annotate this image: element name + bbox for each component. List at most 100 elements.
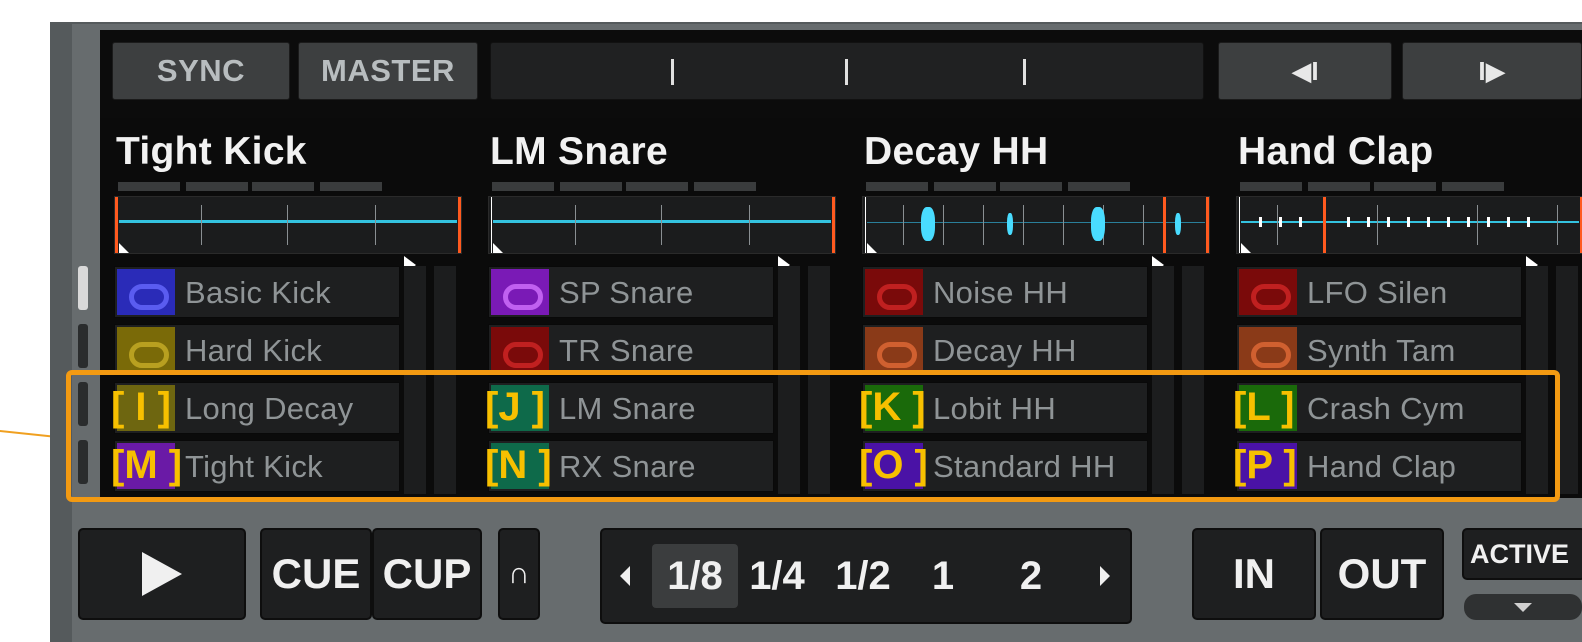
- shortcut-letter: [ I ]: [111, 385, 171, 429]
- sample-cell[interactable]: Noise HH: [862, 266, 1148, 318]
- sample-cell[interactable]: LFO Silen: [1236, 266, 1522, 318]
- slot-waveform[interactable]: [1236, 196, 1582, 254]
- waveform-grid: [661, 205, 662, 245]
- beat-tick: [1023, 59, 1026, 85]
- loop-end-marker: [832, 197, 835, 253]
- volume-fader[interactable]: [808, 266, 830, 494]
- slot-segment: [320, 182, 382, 191]
- deck-scroll-handle[interactable]: [78, 266, 88, 310]
- sync-button[interactable]: SYNC: [112, 42, 290, 100]
- slot-waveform[interactable]: [862, 196, 1210, 254]
- sample-cell[interactable]: [O ] Standard HH: [859, 440, 1148, 492]
- shortcut-letter: [O ]: [859, 443, 928, 487]
- slot-segment: [1442, 182, 1504, 191]
- cue-marker-icon: [867, 243, 877, 253]
- deck-scroll-tab-3[interactable]: [78, 382, 88, 426]
- sample-label: Hand Clap: [1307, 449, 1457, 484]
- skip-forward-button[interactable]: I▶: [1402, 42, 1582, 100]
- arrow-left-icon: [620, 566, 630, 586]
- waveform-line: [119, 220, 457, 223]
- slot-segment: [694, 182, 756, 191]
- sample-cell[interactable]: Hard Kick: [114, 324, 400, 376]
- loop-button[interactable]: ∩: [498, 528, 540, 620]
- waveform-grid: [1477, 205, 1478, 245]
- quantize-option[interactable]: 1: [918, 544, 968, 608]
- shortcut-letter: [N ]: [485, 443, 552, 487]
- sample-cell[interactable]: Synth Tam: [1236, 324, 1522, 376]
- sample-slot-4: Hand Clap LFO Silen Synth Tam [L] Crash…: [1224, 118, 1582, 498]
- waveform-grid: [1377, 205, 1378, 245]
- deck-scroll-tab-2[interactable]: [78, 324, 88, 368]
- sample-cell[interactable]: [L ] Crash Cym: [1233, 382, 1522, 434]
- quantize-option[interactable]: 2: [1006, 544, 1056, 608]
- sample-cell[interactable]: SP Snare: [488, 266, 774, 318]
- waveform-peak: [1175, 213, 1181, 235]
- loop-icon: [877, 284, 917, 310]
- sample-cell[interactable]: [ I ] Long Decay: [111, 382, 400, 434]
- sample-cell[interactable]: [M ] Tight Kick: [111, 440, 400, 492]
- quantize-option[interactable]: 1/2: [828, 544, 898, 608]
- sample-color-swatch: [491, 269, 549, 315]
- loop-in-button[interactable]: IN: [1192, 528, 1316, 620]
- waveform-peak: [1007, 213, 1013, 235]
- sample-cell[interactable]: Decay HH: [862, 324, 1148, 376]
- loop-out-button[interactable]: OUT: [1320, 528, 1444, 620]
- active-button[interactable]: ACTIVE: [1462, 528, 1582, 580]
- waveform-grid: [983, 205, 984, 245]
- skip-back-button[interactable]: ◀I: [1218, 42, 1392, 100]
- loop-icon: ∩: [508, 557, 530, 590]
- skip-back-icon: ◀I: [1291, 55, 1319, 86]
- play-icon: [142, 552, 182, 596]
- play-button[interactable]: [78, 528, 246, 620]
- sample-cell[interactable]: TR Snare: [488, 324, 774, 376]
- slot-waveform[interactable]: [488, 196, 836, 254]
- waveform-peak: [1279, 217, 1282, 227]
- waveform-grid: [1023, 205, 1024, 245]
- sample-cell[interactable]: Basic Kick: [114, 266, 400, 318]
- sample-slot-2: LM Snare SP Snare TR Snare [J] LM Snare…: [476, 118, 846, 498]
- active-dropdown[interactable]: [1464, 594, 1582, 620]
- level-meter: [1152, 266, 1174, 494]
- sample-label: Standard HH: [933, 449, 1116, 484]
- cue-button[interactable]: CUE: [260, 528, 372, 620]
- beat-tick: [845, 59, 848, 85]
- transport-bar: CUE CUP ∩ 1/8 1/4 1/2 1 2 IN OUT ACTIVE: [50, 522, 1582, 642]
- sample-slot-1: Tight Kick Basic Kick Hard Kick [I] Lo…: [102, 118, 472, 498]
- slot-title: LM Snare: [490, 130, 668, 173]
- volume-fader[interactable]: [1182, 266, 1204, 494]
- quantize-option[interactable]: 1/4: [742, 544, 812, 608]
- cup-button[interactable]: CUP: [372, 528, 482, 620]
- quantize-next-button[interactable]: [1088, 544, 1122, 608]
- master-button[interactable]: MASTER: [298, 42, 478, 100]
- sample-cell[interactable]: [J ] LM Snare: [485, 382, 774, 434]
- quantize-option[interactable]: 1/8: [652, 544, 738, 608]
- sample-label: Hard Kick: [185, 333, 323, 368]
- waveform-peak: [1487, 217, 1490, 227]
- quantize-prev-button[interactable]: [608, 544, 642, 608]
- waveform-peak: [1507, 217, 1510, 227]
- sample-cell[interactable]: [N ] RX Snare: [485, 440, 774, 492]
- sample-cell[interactable]: [P ] Hand Clap: [1233, 440, 1522, 492]
- waveform-grid: [749, 205, 750, 245]
- deck-scroll-tab-4[interactable]: [78, 440, 88, 484]
- sample-color-swatch: [865, 327, 923, 373]
- volume-fader[interactable]: [1556, 266, 1578, 494]
- sample-label: Crash Cym: [1307, 391, 1465, 426]
- volume-fader[interactable]: [434, 266, 456, 494]
- waveform-grid: [375, 205, 376, 245]
- slot-segment: [1000, 182, 1062, 191]
- loop-start-marker: [491, 197, 492, 253]
- arrow-right-icon: [1100, 566, 1110, 586]
- slot-segment: [492, 182, 554, 191]
- slot-title: Hand Clap: [1238, 130, 1434, 173]
- sample-cell[interactable]: [K ] Lobit HH: [859, 382, 1148, 434]
- slot-segment: [1240, 182, 1302, 191]
- sample-label: Long Decay: [185, 391, 354, 426]
- slot-segment: [934, 182, 996, 191]
- deck-header: SYNC MASTER ◀I I▶: [100, 30, 1582, 118]
- beat-position-bar[interactable]: [490, 42, 1204, 100]
- sample-color-swatch: [491, 327, 549, 373]
- loop-icon: [129, 284, 169, 310]
- loop-icon: [503, 342, 543, 368]
- slot-waveform[interactable]: [114, 196, 462, 254]
